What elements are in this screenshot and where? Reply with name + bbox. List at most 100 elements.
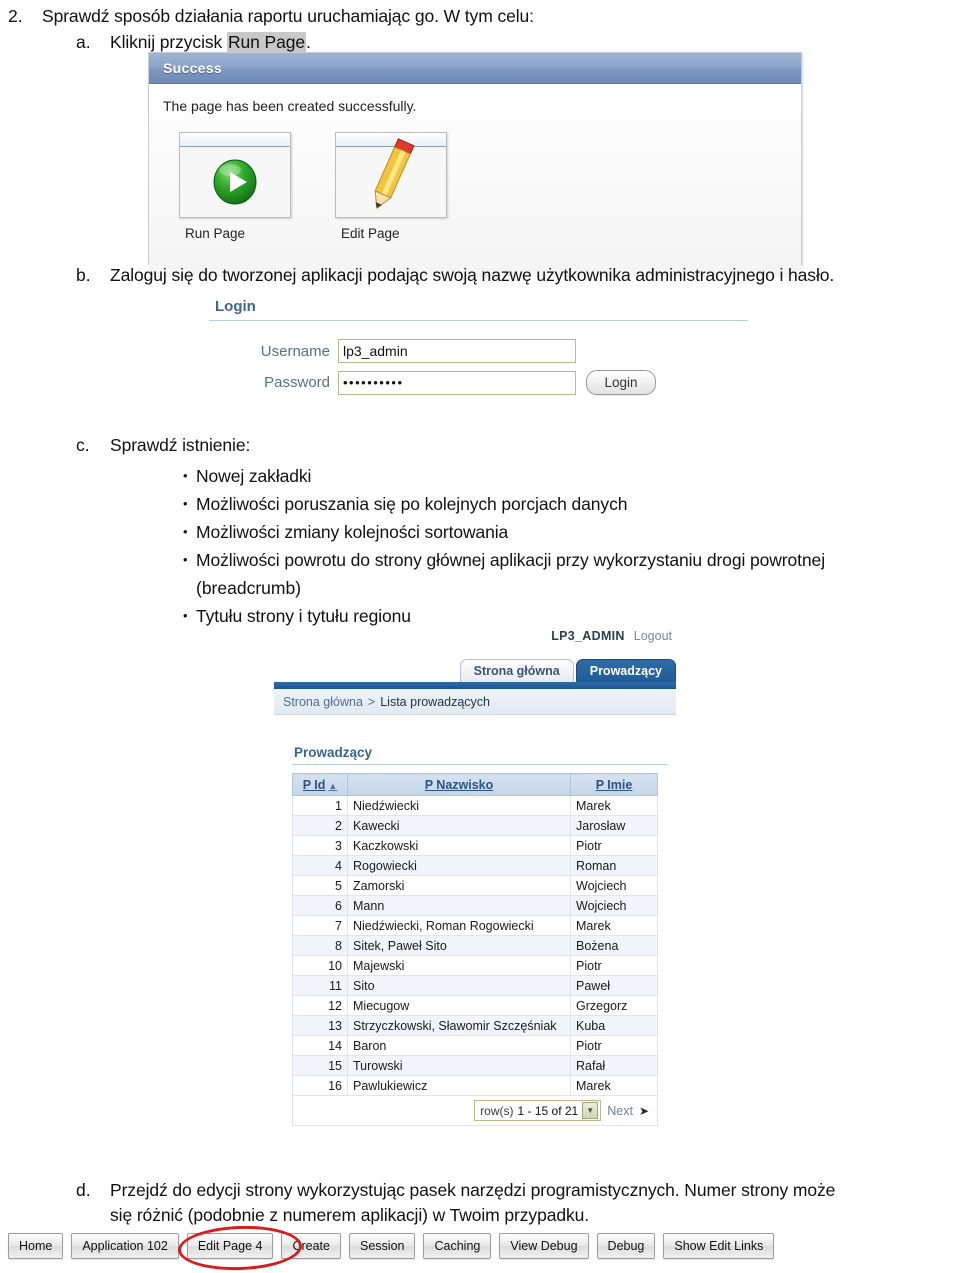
success-region-screenshot: Success The page has been created succes… [148, 52, 802, 277]
bullet-text: Nowej zakładki [196, 466, 312, 486]
checklist-bullets: • Nowej zakładki • Możliwości poruszania… [183, 462, 825, 630]
bullet-dot-icon: • [183, 524, 188, 539]
table-row: 1 Niedźwiecki Marek [292, 795, 658, 816]
column-header-p-imie[interactable]: P Imie [570, 773, 658, 796]
bullet-dot-icon: • [183, 496, 188, 511]
list-marker-b: b. [76, 265, 91, 285]
cell-p-imie: Piotr [570, 955, 658, 976]
breadcrumb-home-link[interactable]: Strona główna [283, 695, 363, 709]
chevron-right-icon[interactable]: ➤ [639, 1104, 649, 1118]
pagination-cell: row(s) 1 - 15 of 21 ▼ Next ➤ [292, 1095, 658, 1126]
rows-range-value: 1 - 15 of 21 [517, 1103, 579, 1118]
cell-p-id: 13 [292, 1015, 348, 1036]
username-input[interactable]: lp3_admin [338, 339, 576, 363]
username-row: Username lp3_admin [205, 339, 750, 363]
table-head: P Id ▲ P Nazwisko P Imie [292, 773, 658, 796]
cell-p-imie: Rafał [570, 1055, 658, 1076]
paragraph-a-before: Kliknij przycisk [110, 32, 227, 52]
paragraph-c: Sprawdź istnienie: [110, 435, 251, 455]
cell-p-nazwisko: Zamorski [347, 875, 571, 896]
cell-p-imie: Marek [570, 795, 658, 816]
dev-button-home[interactable]: Home [8, 1233, 64, 1259]
table-row: 10 Majewski Piotr [292, 955, 658, 976]
username-label: Username [260, 342, 330, 360]
login-region-title: Login [215, 298, 256, 315]
success-region-body: The page has been created successfully. [149, 84, 801, 277]
dev-button-view-debug[interactable]: View Debug [499, 1233, 589, 1259]
table-row: 15 Turowski Rafał [292, 1055, 658, 1076]
login-title-divider [209, 320, 748, 321]
cell-p-id: 8 [292, 935, 348, 956]
dev-button-caching[interactable]: Caching [423, 1233, 492, 1259]
list-item: • Nowej zakładki [183, 462, 825, 490]
dev-button-edit-page-4[interactable]: Edit Page 4 [186, 1233, 274, 1259]
bullet-dot-icon: • [183, 468, 188, 483]
cell-p-nazwisko: Kawecki [347, 815, 571, 836]
list-marker-d: d. [76, 1180, 91, 1200]
table-row: 11 Sito Paweł [292, 975, 658, 996]
next-page-link[interactable]: Next [607, 1104, 633, 1118]
table-row: 12 Miecugow Grzegorz [292, 995, 658, 1016]
edit-page-icon-box[interactable] [335, 132, 447, 218]
cell-p-id: 2 [292, 815, 348, 836]
cell-p-id: 4 [292, 855, 348, 876]
list-marker-c: c. [76, 435, 90, 455]
bullet-text: Możliwości zmiany kolejności sortowania [196, 522, 509, 542]
table-row: 3 Kaczkowski Piotr [292, 835, 658, 856]
report-region: Prowadzący P Id ▲ P Nazwisko P Imie 1 Nied… [274, 745, 676, 1126]
password-input[interactable]: •••••••••• [338, 370, 576, 395]
cell-p-imie: Bożena [570, 935, 658, 956]
run-page-icon-card[interactable]: Run Page [179, 132, 291, 241]
list-item: • Możliwości zmiany kolejności sortowani… [183, 518, 825, 546]
run-page-caption: Run Page [185, 226, 246, 241]
dev-button-session[interactable]: Session [349, 1233, 416, 1259]
table-body: 1 Niedźwiecki Marek 2 Kawecki Jarosław 3 Kacz… [292, 795, 658, 1126]
edit-page-icon-card[interactable]: Edit Page [335, 132, 447, 241]
column-header-p-nazwisko[interactable]: P Nazwisko [347, 773, 571, 796]
cell-p-imie: Wojciech [570, 895, 658, 916]
paragraph-a-after: . [305, 32, 311, 52]
logged-in-user: LP3_ADMIN [551, 629, 625, 643]
dev-button-show-edit-links[interactable]: Show Edit Links [663, 1233, 775, 1259]
table-pagination-row: row(s) 1 - 15 of 21 ▼ Next ➤ [292, 1095, 658, 1126]
prowadzacy-report-table: P Id ▲ P Nazwisko P Imie 1 Niedźwiecki Mare… [292, 773, 658, 1126]
pencil-icon [336, 138, 446, 217]
bullet-text: Możliwości powrotu do strony głównej apl… [196, 550, 825, 570]
dev-button-debug[interactable]: Debug [596, 1233, 656, 1259]
cell-p-imie: Wojciech [570, 875, 658, 896]
document-page: 2. Sprawdź sposób działania raportu uruc… [0, 0, 960, 1273]
dev-button-application-102[interactable]: Application 102 [71, 1233, 179, 1259]
rows-range-select[interactable]: row(s) 1 - 15 of 21 ▼ [474, 1100, 602, 1121]
column-header-p-id[interactable]: P Id ▲ [292, 773, 348, 796]
tab-prowadzacy[interactable]: Prowadzący [575, 659, 676, 682]
success-message: The page has been created successfully. [163, 98, 417, 114]
password-row: Password •••••••••• Login [205, 370, 750, 395]
cell-p-nazwisko: Niedźwiecki, Roman Rogowiecki [347, 915, 571, 936]
breadcrumb-current: Lista prowadzących [380, 694, 491, 709]
cell-p-imie: Marek [570, 915, 658, 936]
tab-strona-glowna[interactable]: Strona główna [459, 659, 574, 682]
chevron-down-icon[interactable]: ▼ [582, 1102, 599, 1119]
bullet-dot-icon: • [183, 552, 188, 567]
cell-p-id: 11 [292, 975, 348, 996]
developer-toolbar: Home Application 102 Edit Page 4 Create … [8, 1223, 952, 1273]
breadcrumb: Strona główna > Lista prowadzących [274, 689, 676, 715]
run-page-icon-box[interactable] [179, 132, 291, 218]
report-region-title: Prowadzący [294, 745, 373, 760]
logout-link[interactable]: Logout [634, 629, 672, 643]
app-tab-underline [274, 682, 676, 689]
cell-p-id: 10 [292, 955, 348, 976]
table-row: 5 Zamorski Wojciech [292, 875, 658, 896]
cell-p-nazwisko: Miecugow [347, 995, 571, 1016]
cell-p-nazwisko: Niedźwiecki [347, 795, 571, 816]
cell-p-id: 5 [292, 875, 348, 896]
sort-asc-icon[interactable]: ▲ [328, 781, 337, 791]
cell-p-nazwisko: Kaczkowski [347, 835, 571, 856]
app-user-bar: LP3_ADMIN Logout [274, 626, 676, 646]
table-header-row: P Id ▲ P Nazwisko P Imie [292, 773, 658, 796]
login-button[interactable]: Login [586, 370, 656, 395]
password-label: Password [264, 374, 330, 391]
cell-p-nazwisko: Strzyczkowski, Sławomir Szczęśniak [347, 1015, 571, 1036]
dev-button-create[interactable]: Create [281, 1233, 341, 1259]
list-item: • Możliwości powrotu do strony głównej a… [183, 546, 825, 574]
